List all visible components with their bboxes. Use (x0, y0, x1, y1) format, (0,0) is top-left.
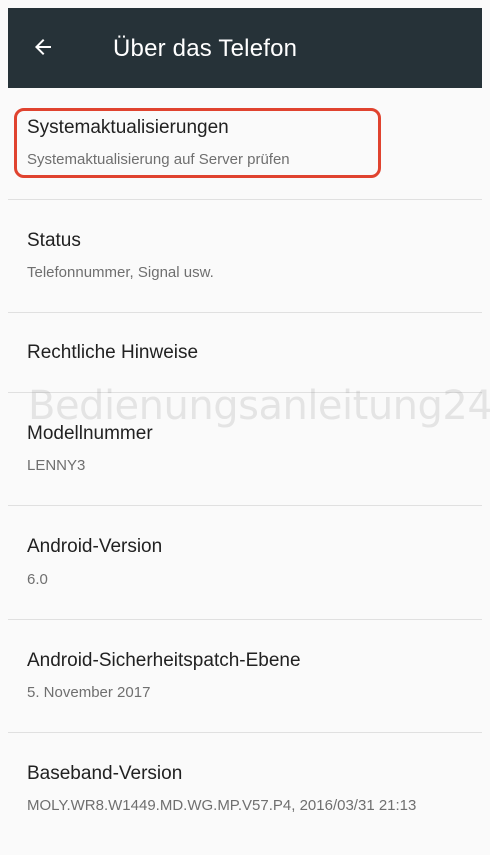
list-item-subtitle: Telefonnummer, Signal usw. (27, 264, 214, 281)
list-item-subtitle: 5. November 2017 (27, 684, 151, 701)
arrow-back-icon (31, 35, 55, 64)
list-item-subtitle: Systemaktualisierung auf Server prüfen (27, 151, 290, 168)
page-title: Über das Telefon (113, 35, 298, 62)
list-item-title: Status (27, 230, 81, 251)
list-item-subtitle: LENNY3 (27, 457, 86, 474)
list-item-status[interactable]: Status Telefonnummer, Signal usw. (8, 200, 482, 313)
list-item-title: Baseband-Version (27, 763, 183, 784)
list-item-title: Rechtliche Hinweise (27, 342, 199, 363)
app-bar: Über das Telefon (8, 8, 482, 88)
list-item-subtitle: MOLY.WR8.W1449.MD.WG.MP.V57.P4, 2016/03/… (27, 797, 417, 814)
settings-list: Systemaktualisierungen Systemaktualisier… (8, 88, 482, 855)
list-item-title: Android-Version (27, 536, 163, 557)
about-phone-screen: Über das Telefon Systemaktualisierungen … (0, 0, 490, 855)
list-item-title: Modellnummer (27, 423, 153, 444)
list-item-model-number[interactable]: Modellnummer LENNY3 (8, 393, 482, 506)
list-item-legal[interactable]: Rechtliche Hinweise (8, 313, 482, 393)
list-item-android-version[interactable]: Android-Version 6.0 (8, 506, 482, 620)
back-button[interactable] (28, 34, 58, 64)
list-item-system-updates[interactable]: Systemaktualisierungen Systemaktualisier… (8, 88, 482, 200)
list-item-baseband-version[interactable]: Baseband-Version MOLY.WR8.W1449.MD.WG.MP… (8, 733, 482, 855)
list-item-title: Android-Sicherheitspatch-Ebene (27, 650, 301, 671)
list-item-subtitle: 6.0 (27, 571, 48, 588)
list-item-title: Systemaktualisierungen (27, 117, 229, 138)
list-item-security-patch[interactable]: Android-Sicherheitspatch-Ebene 5. Novemb… (8, 620, 482, 733)
